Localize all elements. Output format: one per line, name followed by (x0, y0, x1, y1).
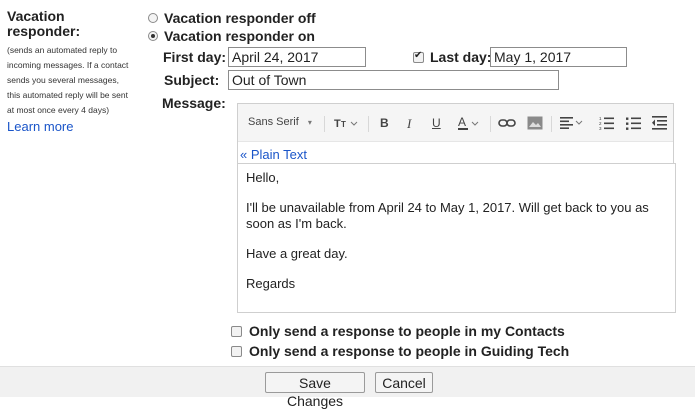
domain-only-label: Only send a response to people in Guidin… (249, 343, 570, 359)
domain-only-checkbox[interactable] (231, 345, 242, 357)
link-icon[interactable] (498, 117, 516, 132)
toolbar-divider (368, 116, 369, 132)
note-line: at most once every 4 days) (7, 105, 110, 115)
last-day-input[interactable]: May 1, 2017 (490, 47, 627, 67)
message-line: soon as I'm back. (246, 216, 347, 231)
learn-more-link[interactable]: Learn more (7, 119, 73, 134)
toolbar-divider (324, 116, 325, 132)
message-label: Message: (162, 95, 226, 111)
bold-icon[interactable]: B (380, 116, 389, 130)
bulleted-list-icon[interactable] (626, 116, 641, 133)
section-note: (sends an automated reply to incoming me… (7, 43, 147, 118)
message-line: Have a great day. (246, 246, 348, 261)
note-line: (sends an automated reply to (7, 45, 118, 55)
last-day-checkbox[interactable] (413, 50, 424, 63)
formatting-toolbar: Sans Serif ▾ TT B I U A 123 (238, 104, 673, 142)
toolbar-divider (490, 116, 491, 132)
svg-text:3: 3 (599, 126, 602, 130)
cancel-button[interactable]: Cancel (375, 372, 433, 393)
first-day-input[interactable]: April 24, 2017 (228, 47, 366, 67)
message-paragraph: I'll be unavailable from April 24 to May… (246, 200, 667, 232)
svg-text:T: T (334, 118, 341, 128)
note-line: sends you several messages, (7, 75, 119, 85)
text-color-icon[interactable]: A (458, 115, 482, 133)
message-line: I'll be unavailable from April 24 to May… (246, 200, 649, 215)
indent-less-icon[interactable] (652, 116, 667, 133)
align-icon[interactable] (560, 116, 584, 132)
domain-only-option[interactable]: Only send a response to people in Guidin… (231, 343, 569, 359)
responder-off-radio[interactable] (148, 13, 158, 23)
subject-label: Subject: (164, 72, 220, 88)
section-title-line1: Vacation (7, 8, 65, 24)
italic-icon[interactable]: I (407, 116, 411, 132)
font-family-label: Sans Serif (248, 116, 299, 128)
image-icon[interactable] (527, 116, 543, 133)
subject-input[interactable]: Out of Town (228, 70, 559, 90)
chevron-down-icon: ▾ (307, 118, 312, 127)
responder-on-label: Vacation responder on (164, 28, 315, 44)
responder-on-option[interactable]: Vacation responder on (148, 28, 315, 44)
responder-on-radio[interactable] (148, 31, 158, 41)
message-greeting: Hello, (246, 170, 280, 185)
section-title: Vacation responder: (7, 9, 147, 39)
svg-text:T: T (341, 120, 346, 128)
section-title-line2: responder: (7, 23, 81, 39)
font-family-select[interactable]: Sans Serif ▾ (248, 116, 312, 128)
last-day-label: Last day: (430, 49, 492, 65)
toolbar-divider (551, 116, 552, 132)
plain-text-link[interactable]: « Plain Text (240, 147, 307, 162)
section-description: Vacation responder: (sends an automated … (7, 9, 147, 136)
responder-off-option[interactable]: Vacation responder off (148, 10, 316, 26)
note-line: this automated reply will be sent (7, 90, 128, 100)
responder-off-label: Vacation responder off (164, 10, 316, 26)
svg-text:A: A (458, 116, 466, 129)
contacts-only-option[interactable]: Only send a response to people in my Con… (231, 323, 565, 339)
note-line: incoming messages. If a contact (7, 60, 129, 70)
contacts-only-checkbox[interactable] (231, 325, 242, 337)
underline-icon[interactable]: U (432, 116, 441, 130)
message-body-textarea[interactable]: Hello, I'll be unavailable from April 24… (237, 163, 676, 313)
numbered-list-icon[interactable]: 123 (599, 116, 614, 133)
font-size-icon[interactable]: TT (334, 116, 360, 131)
message-signoff: Regards (246, 276, 296, 291)
first-day-label: First day: (163, 49, 227, 65)
contacts-only-label: Only send a response to people in my Con… (249, 323, 565, 339)
save-changes-button[interactable]: Save Changes (265, 372, 365, 409)
